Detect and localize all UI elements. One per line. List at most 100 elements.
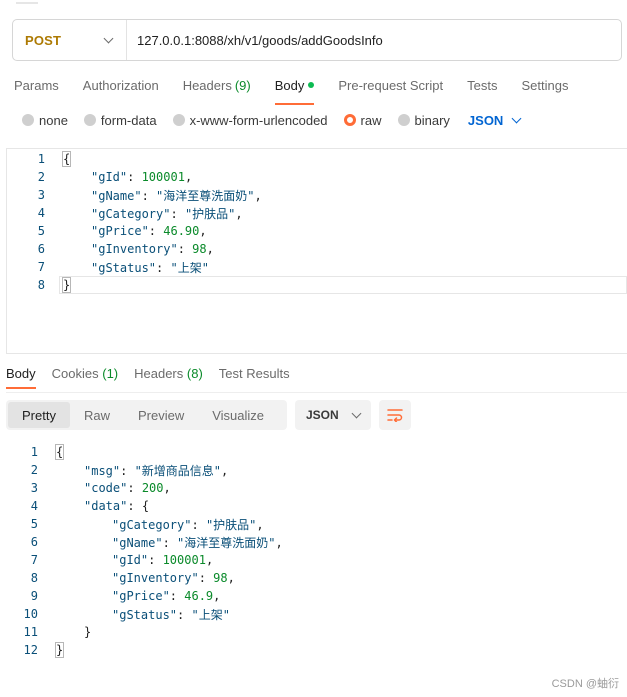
- line-number: 1: [37, 152, 45, 166]
- radio-form-data[interactable]: form-data: [83, 112, 157, 128]
- view-raw-button[interactable]: Raw: [70, 402, 124, 428]
- top-strip: [0, 0, 627, 12]
- tab-headers[interactable]: Headers (9): [183, 74, 251, 96]
- radio-label: raw: [360, 112, 382, 128]
- view-preview-button[interactable]: Preview: [124, 402, 198, 428]
- response-format-select[interactable]: JSON: [295, 400, 371, 430]
- code-text: "gName": "海洋至尊洗面奶",: [112, 535, 283, 550]
- radio-label: binary: [414, 112, 450, 128]
- tab-pre-request-script[interactable]: Pre-request Script: [338, 74, 443, 96]
- body-format-select[interactable]: JSON: [467, 112, 522, 128]
- code-line: 7 "gId": 100001,: [0, 551, 283, 569]
- tab-count: (1): [102, 366, 119, 381]
- code-line: 7 "gStatus": "上架": [7, 258, 262, 276]
- chevron-down-icon: [351, 408, 362, 418]
- code-line: 3 "gName": "海洋至尊洗面奶",: [7, 186, 262, 204]
- modified-dot-icon: [308, 82, 315, 88]
- code-line: 4 "gCategory": "护肤品",: [7, 204, 262, 222]
- code-text: "gStatus": "上架": [91, 260, 209, 275]
- request-code-lines: 1{2 "gId": 100001, 3 "gName": "海洋至尊洗面奶", 4 "g…: [7, 150, 262, 294]
- tab-response-body[interactable]: Body: [6, 366, 36, 389]
- radio-icon: [83, 114, 96, 126]
- line-number: 9: [30, 589, 38, 603]
- line-number: 2: [37, 170, 45, 184]
- tab-label: Headers: [134, 366, 184, 381]
- wrap-lines-button[interactable]: [379, 400, 411, 430]
- url-input[interactable]: 127.0.0.1:8088/xh/v1/goods/addGoodsInfo: [127, 33, 383, 48]
- code-text: }: [54, 642, 65, 658]
- radio-urlencoded[interactable]: x-www-form-urlencoded: [172, 113, 328, 128]
- view-visualize-button[interactable]: Visualize: [198, 402, 278, 428]
- line-number: 4: [37, 206, 45, 220]
- code-text: "data": {: [84, 499, 150, 513]
- line-number: 7: [30, 553, 38, 567]
- request-tabs: Params Authorization Headers (9) Body Pre…: [14, 74, 592, 105]
- tab-label: Pre-request Script: [338, 77, 444, 93]
- tab-body[interactable]: Body: [274, 74, 315, 105]
- code-line: 12}: [0, 641, 283, 659]
- code-text: "gCategory": "护肤品",: [91, 206, 243, 221]
- tab-params[interactable]: Params: [14, 74, 59, 96]
- tab-response-headers[interactable]: Headers (8): [134, 366, 203, 381]
- code-line: 9 "gPrice": 46.9,: [0, 587, 283, 605]
- radio-raw[interactable]: raw: [343, 112, 382, 128]
- response-tabs: Body Cookies (1) Headers (8) Test Result…: [6, 366, 306, 389]
- code-line: 10 "gStatus": "上架": [0, 605, 283, 623]
- tab-authorization[interactable]: Authorization: [83, 74, 159, 96]
- tab-label: Tests: [467, 77, 498, 93]
- code-line: 5 "gPrice": 46.90,: [7, 222, 262, 240]
- tab-settings[interactable]: Settings: [521, 74, 568, 96]
- line-number: 6: [30, 535, 38, 549]
- code-line: 1{: [7, 150, 262, 168]
- radio-label: form-data: [100, 112, 157, 128]
- tab-label: Settings: [521, 77, 569, 93]
- code-line: 8 "gInventory": 98,: [0, 569, 283, 587]
- code-text: "gId": 100001,: [112, 553, 214, 567]
- line-number: 5: [37, 224, 45, 238]
- code-text: {: [61, 151, 72, 167]
- line-number: 12: [23, 643, 38, 657]
- line-number: 10: [23, 607, 38, 621]
- radio-none[interactable]: none: [22, 113, 68, 128]
- tab-test-results[interactable]: Test Results: [219, 366, 290, 381]
- method-select[interactable]: POST: [13, 20, 127, 60]
- line-number: 3: [30, 481, 38, 495]
- watermark: CSDN @蚰衍: [551, 678, 619, 690]
- tab-cookies[interactable]: Cookies (1): [52, 366, 118, 381]
- code-line: 2 "gId": 100001,: [7, 168, 262, 186]
- code-line: 8}: [7, 276, 262, 294]
- tab-count: (9): [234, 77, 251, 93]
- code-text: }: [84, 625, 92, 639]
- code-line: 6 "gName": "海洋至尊洗面奶",: [0, 533, 283, 551]
- code-line: 4 "data": {: [0, 497, 283, 515]
- view-mode-group: Pretty Raw Preview Visualize: [6, 400, 287, 430]
- tab-tests[interactable]: Tests: [467, 74, 497, 96]
- code-text: "gStatus": "上架": [112, 607, 230, 622]
- tab-label: Headers: [182, 77, 232, 93]
- request-body-editor[interactable]: 1{2 "gId": 100001, 3 "gName": "海洋至尊洗面奶", 4 "g…: [6, 148, 627, 354]
- code-text: "msg": "新增商品信息",: [84, 463, 229, 478]
- code-line: 1{: [0, 443, 283, 461]
- code-text: "gInventory": 98,: [112, 571, 235, 585]
- code-text: "gPrice": 46.90,: [91, 224, 207, 238]
- view-pretty-button[interactable]: Pretty: [8, 402, 70, 428]
- response-code-lines: 1{2 "msg": "新增商品信息", 3 "code": 200, 4 "data":…: [0, 443, 283, 659]
- code-text: "gId": 100001,: [91, 170, 193, 184]
- code-text: {: [54, 444, 65, 460]
- wrap-lines-icon: [387, 409, 403, 422]
- line-number: 8: [30, 571, 38, 585]
- radio-icon: [22, 114, 34, 126]
- format-label: JSON: [467, 112, 504, 128]
- tab-label: Params: [14, 77, 59, 93]
- chevron-down-icon: [103, 33, 114, 43]
- line-number: 11: [23, 625, 38, 639]
- divider: [6, 392, 627, 393]
- code-line: 2 "msg": "新增商品信息",: [0, 461, 283, 479]
- tab-label: Authorization: [82, 77, 159, 93]
- line-number: 5: [30, 517, 38, 531]
- radio-icon: [397, 114, 410, 126]
- radio-selected-icon: [343, 114, 356, 126]
- radio-binary[interactable]: binary: [397, 112, 450, 128]
- line-number: 1: [30, 445, 38, 459]
- code-line: 3 "code": 200,: [0, 479, 283, 497]
